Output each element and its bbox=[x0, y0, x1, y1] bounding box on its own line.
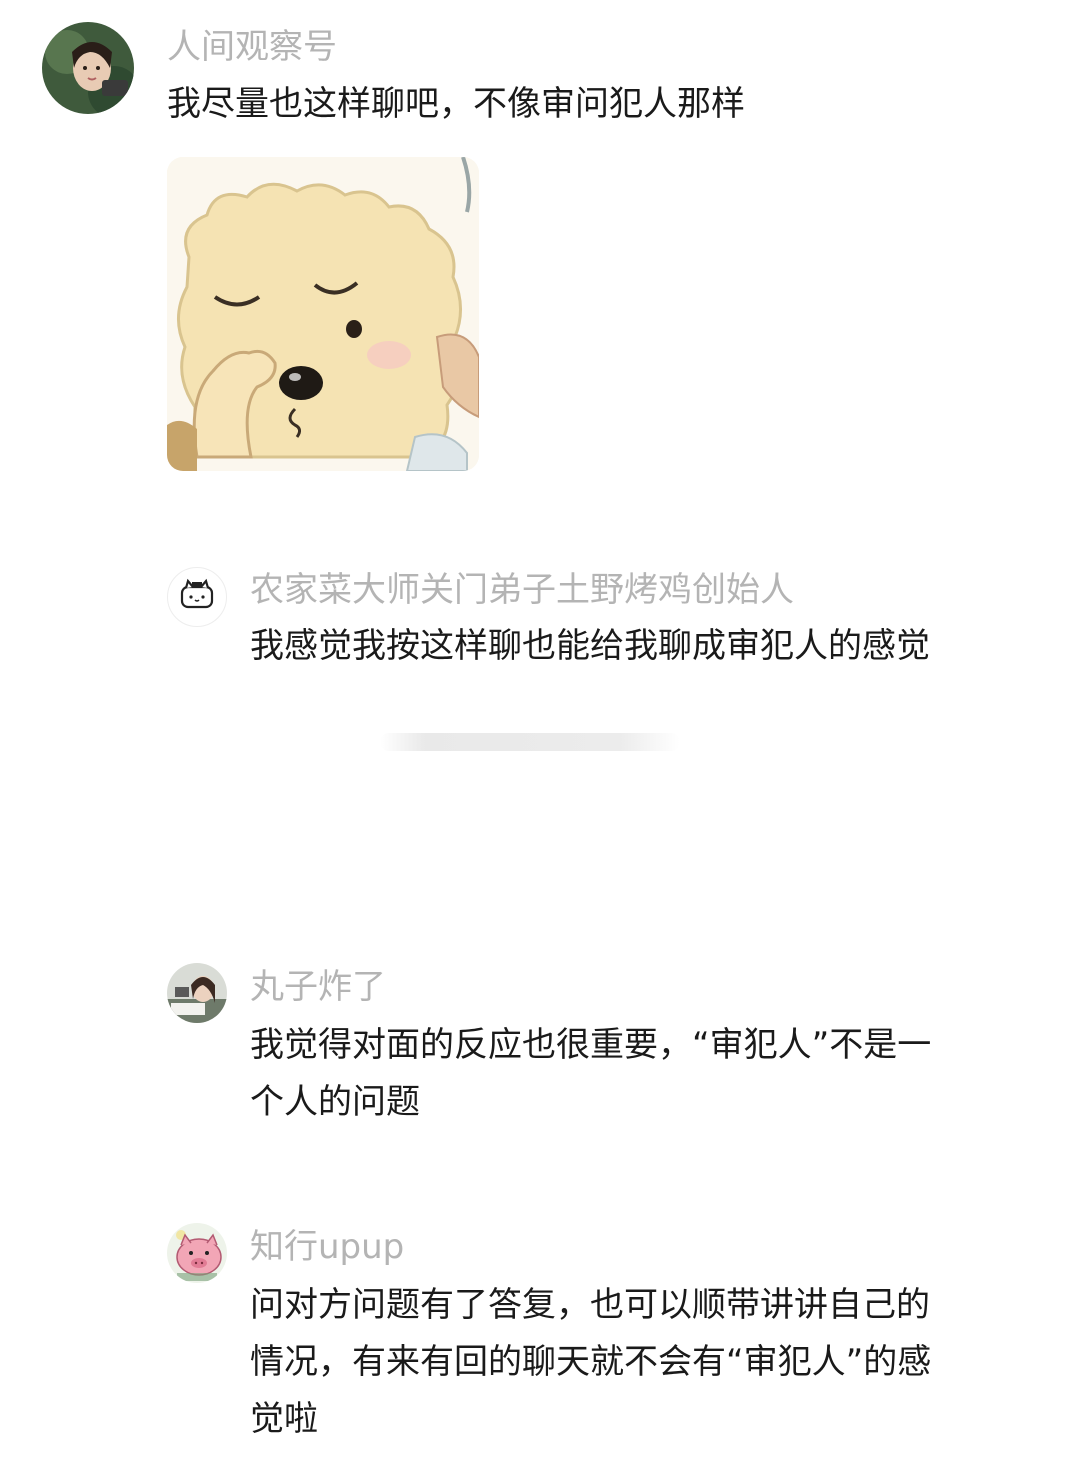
avatar[interactable] bbox=[167, 1223, 227, 1283]
comment-item: 丸子炸了 我觉得对面的反应也很重要，“审犯人”不是一个人的问题 bbox=[0, 955, 1080, 1195]
comment-item: 人间观察号 我尽量也这样聊吧，不像审问犯人那样 bbox=[0, 0, 1080, 500]
comment-text: 我感觉我按这样聊也能给我聊成审犯人的感觉 bbox=[250, 626, 930, 666]
username[interactable]: 丸子炸了 bbox=[250, 965, 386, 1009]
cartoon-cat-avatar-icon bbox=[180, 578, 214, 609]
sticker-image[interactable] bbox=[167, 157, 479, 471]
sleepy-sheep-sticker-icon bbox=[167, 157, 479, 471]
girl-studying-avatar-icon bbox=[167, 963, 227, 1023]
comment-text: 我尽量也这样聊吧，不像审问犯人那样 bbox=[167, 84, 745, 124]
pink-pig-avatar-icon bbox=[167, 1223, 227, 1283]
avatar[interactable] bbox=[167, 963, 227, 1023]
divider-blur bbox=[380, 733, 680, 751]
username[interactable]: 知行upup bbox=[250, 1225, 404, 1269]
avatar[interactable] bbox=[167, 567, 227, 627]
comment-item: 农家菜大师关门弟子土野烤鸡创始人 我感觉我按这样聊也能给我聊成审犯人的感觉 bbox=[0, 560, 1080, 900]
comment-text: 问对方问题有了答复，也可以顺带讲讲自己的情况，有来有回的聊天就不会有“审犯人”的… bbox=[250, 1285, 932, 1439]
girl-photo-avatar-icon bbox=[42, 22, 134, 114]
username[interactable]: 农家菜大师关门弟子土野烤鸡创始人 bbox=[250, 568, 794, 612]
comment-text: 我觉得对面的反应也很重要，“审犯人”不是一个人的问题 bbox=[250, 1025, 932, 1122]
comment-item: 知行upup 问对方问题有了答复，也可以顺带讲讲自己的情况，有来有回的聊天就不会… bbox=[0, 1215, 1080, 1473]
username[interactable]: 人间观察号 bbox=[167, 25, 337, 69]
avatar[interactable] bbox=[42, 22, 134, 114]
